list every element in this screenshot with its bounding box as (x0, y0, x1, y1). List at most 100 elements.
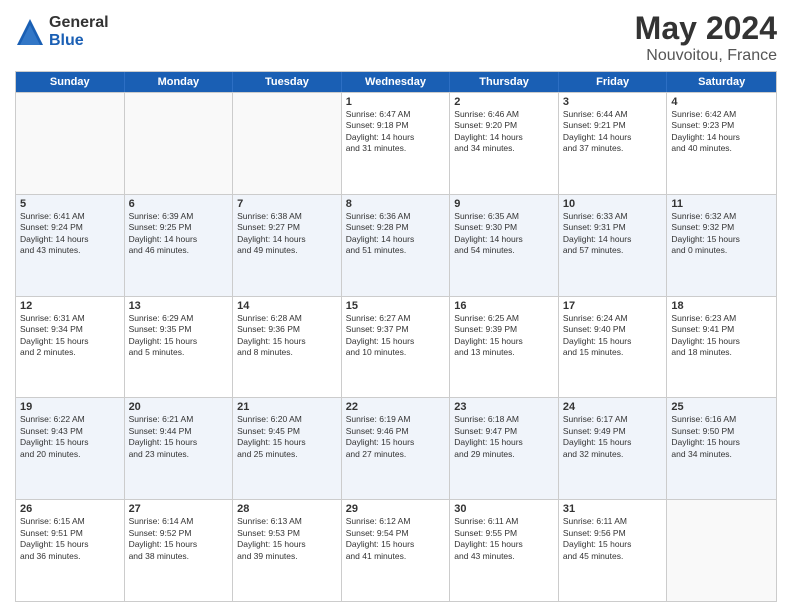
day-cell-17: 17Sunrise: 6:24 AM Sunset: 9:40 PM Dayli… (559, 297, 668, 398)
day-info: Sunrise: 6:18 AM Sunset: 9:47 PM Dayligh… (454, 414, 554, 460)
day-info: Sunrise: 6:23 AM Sunset: 9:41 PM Dayligh… (671, 313, 772, 359)
header-day-friday: Friday (559, 72, 668, 92)
day-cell-4: 4Sunrise: 6:42 AM Sunset: 9:23 PM Daylig… (667, 93, 776, 194)
day-info: Sunrise: 6:19 AM Sunset: 9:46 PM Dayligh… (346, 414, 446, 460)
header: General Blue May 2024 Nouvoitou, France (15, 10, 777, 65)
day-cell-19: 19Sunrise: 6:22 AM Sunset: 9:43 PM Dayli… (16, 398, 125, 499)
logo-general: General (49, 14, 109, 32)
calendar-row-1: 1Sunrise: 6:47 AM Sunset: 9:18 PM Daylig… (16, 92, 776, 194)
day-cell-24: 24Sunrise: 6:17 AM Sunset: 9:49 PM Dayli… (559, 398, 668, 499)
header-day-tuesday: Tuesday (233, 72, 342, 92)
day-number: 18 (671, 300, 772, 312)
day-info: Sunrise: 6:41 AM Sunset: 9:24 PM Dayligh… (20, 211, 120, 257)
day-cell-1: 1Sunrise: 6:47 AM Sunset: 9:18 PM Daylig… (342, 93, 451, 194)
main-title: May 2024 (635, 10, 777, 47)
header-day-monday: Monday (125, 72, 234, 92)
day-cell-9: 9Sunrise: 6:35 AM Sunset: 9:30 PM Daylig… (450, 195, 559, 296)
day-number: 28 (237, 503, 337, 515)
day-cell-28: 28Sunrise: 6:13 AM Sunset: 9:53 PM Dayli… (233, 500, 342, 601)
day-cell-16: 16Sunrise: 6:25 AM Sunset: 9:39 PM Dayli… (450, 297, 559, 398)
day-cell-14: 14Sunrise: 6:28 AM Sunset: 9:36 PM Dayli… (233, 297, 342, 398)
page: General Blue May 2024 Nouvoitou, France … (0, 0, 792, 612)
day-info: Sunrise: 6:12 AM Sunset: 9:54 PM Dayligh… (346, 516, 446, 562)
day-number: 20 (129, 401, 229, 413)
calendar: SundayMondayTuesdayWednesdayThursdayFrid… (15, 71, 777, 602)
day-cell-6: 6Sunrise: 6:39 AM Sunset: 9:25 PM Daylig… (125, 195, 234, 296)
day-cell-5: 5Sunrise: 6:41 AM Sunset: 9:24 PM Daylig… (16, 195, 125, 296)
day-cell-29: 29Sunrise: 6:12 AM Sunset: 9:54 PM Dayli… (342, 500, 451, 601)
day-cell-31: 31Sunrise: 6:11 AM Sunset: 9:56 PM Dayli… (559, 500, 668, 601)
day-cell-3: 3Sunrise: 6:44 AM Sunset: 9:21 PM Daylig… (559, 93, 668, 194)
day-info: Sunrise: 6:35 AM Sunset: 9:30 PM Dayligh… (454, 211, 554, 257)
calendar-row-3: 12Sunrise: 6:31 AM Sunset: 9:34 PM Dayli… (16, 296, 776, 398)
day-number: 2 (454, 96, 554, 108)
logo-blue: Blue (49, 32, 109, 50)
day-cell-empty-0-2 (233, 93, 342, 194)
day-info: Sunrise: 6:28 AM Sunset: 9:36 PM Dayligh… (237, 313, 337, 359)
day-cell-10: 10Sunrise: 6:33 AM Sunset: 9:31 PM Dayli… (559, 195, 668, 296)
day-cell-15: 15Sunrise: 6:27 AM Sunset: 9:37 PM Dayli… (342, 297, 451, 398)
day-number: 15 (346, 300, 446, 312)
day-cell-empty-0-1 (125, 93, 234, 194)
day-number: 12 (20, 300, 120, 312)
day-number: 30 (454, 503, 554, 515)
header-day-thursday: Thursday (450, 72, 559, 92)
day-info: Sunrise: 6:22 AM Sunset: 9:43 PM Dayligh… (20, 414, 120, 460)
day-number: 31 (563, 503, 663, 515)
day-cell-2: 2Sunrise: 6:46 AM Sunset: 9:20 PM Daylig… (450, 93, 559, 194)
day-info: Sunrise: 6:46 AM Sunset: 9:20 PM Dayligh… (454, 109, 554, 155)
day-number: 9 (454, 198, 554, 210)
day-cell-8: 8Sunrise: 6:36 AM Sunset: 9:28 PM Daylig… (342, 195, 451, 296)
day-number: 29 (346, 503, 446, 515)
day-info: Sunrise: 6:17 AM Sunset: 9:49 PM Dayligh… (563, 414, 663, 460)
day-info: Sunrise: 6:13 AM Sunset: 9:53 PM Dayligh… (237, 516, 337, 562)
day-info: Sunrise: 6:25 AM Sunset: 9:39 PM Dayligh… (454, 313, 554, 359)
day-number: 13 (129, 300, 229, 312)
calendar-row-5: 26Sunrise: 6:15 AM Sunset: 9:51 PM Dayli… (16, 499, 776, 601)
day-info: Sunrise: 6:21 AM Sunset: 9:44 PM Dayligh… (129, 414, 229, 460)
logo-icon (15, 17, 45, 47)
day-number: 10 (563, 198, 663, 210)
day-number: 19 (20, 401, 120, 413)
day-cell-26: 26Sunrise: 6:15 AM Sunset: 9:51 PM Dayli… (16, 500, 125, 601)
day-info: Sunrise: 6:44 AM Sunset: 9:21 PM Dayligh… (563, 109, 663, 155)
day-number: 6 (129, 198, 229, 210)
day-number: 22 (346, 401, 446, 413)
day-info: Sunrise: 6:47 AM Sunset: 9:18 PM Dayligh… (346, 109, 446, 155)
calendar-row-4: 19Sunrise: 6:22 AM Sunset: 9:43 PM Dayli… (16, 397, 776, 499)
day-info: Sunrise: 6:31 AM Sunset: 9:34 PM Dayligh… (20, 313, 120, 359)
title-block: May 2024 Nouvoitou, France (635, 10, 777, 65)
day-number: 11 (671, 198, 772, 210)
day-info: Sunrise: 6:39 AM Sunset: 9:25 PM Dayligh… (129, 211, 229, 257)
day-cell-empty-4-6 (667, 500, 776, 601)
day-info: Sunrise: 6:29 AM Sunset: 9:35 PM Dayligh… (129, 313, 229, 359)
day-number: 4 (671, 96, 772, 108)
day-info: Sunrise: 6:14 AM Sunset: 9:52 PM Dayligh… (129, 516, 229, 562)
day-number: 14 (237, 300, 337, 312)
day-info: Sunrise: 6:38 AM Sunset: 9:27 PM Dayligh… (237, 211, 337, 257)
day-number: 27 (129, 503, 229, 515)
header-day-saturday: Saturday (667, 72, 776, 92)
day-cell-20: 20Sunrise: 6:21 AM Sunset: 9:44 PM Dayli… (125, 398, 234, 499)
day-info: Sunrise: 6:20 AM Sunset: 9:45 PM Dayligh… (237, 414, 337, 460)
day-info: Sunrise: 6:15 AM Sunset: 9:51 PM Dayligh… (20, 516, 120, 562)
day-cell-18: 18Sunrise: 6:23 AM Sunset: 9:41 PM Dayli… (667, 297, 776, 398)
day-cell-23: 23Sunrise: 6:18 AM Sunset: 9:47 PM Dayli… (450, 398, 559, 499)
day-number: 5 (20, 198, 120, 210)
day-number: 7 (237, 198, 337, 210)
day-info: Sunrise: 6:42 AM Sunset: 9:23 PM Dayligh… (671, 109, 772, 155)
calendar-body: 1Sunrise: 6:47 AM Sunset: 9:18 PM Daylig… (16, 92, 776, 601)
header-day-sunday: Sunday (16, 72, 125, 92)
day-number: 8 (346, 198, 446, 210)
day-cell-12: 12Sunrise: 6:31 AM Sunset: 9:34 PM Dayli… (16, 297, 125, 398)
day-cell-30: 30Sunrise: 6:11 AM Sunset: 9:55 PM Dayli… (450, 500, 559, 601)
calendar-row-2: 5Sunrise: 6:41 AM Sunset: 9:24 PM Daylig… (16, 194, 776, 296)
calendar-header: SundayMondayTuesdayWednesdayThursdayFrid… (16, 72, 776, 92)
logo: General Blue (15, 14, 109, 49)
day-info: Sunrise: 6:11 AM Sunset: 9:55 PM Dayligh… (454, 516, 554, 562)
day-cell-empty-0-0 (16, 93, 125, 194)
day-info: Sunrise: 6:33 AM Sunset: 9:31 PM Dayligh… (563, 211, 663, 257)
day-cell-25: 25Sunrise: 6:16 AM Sunset: 9:50 PM Dayli… (667, 398, 776, 499)
day-number: 23 (454, 401, 554, 413)
day-number: 3 (563, 96, 663, 108)
